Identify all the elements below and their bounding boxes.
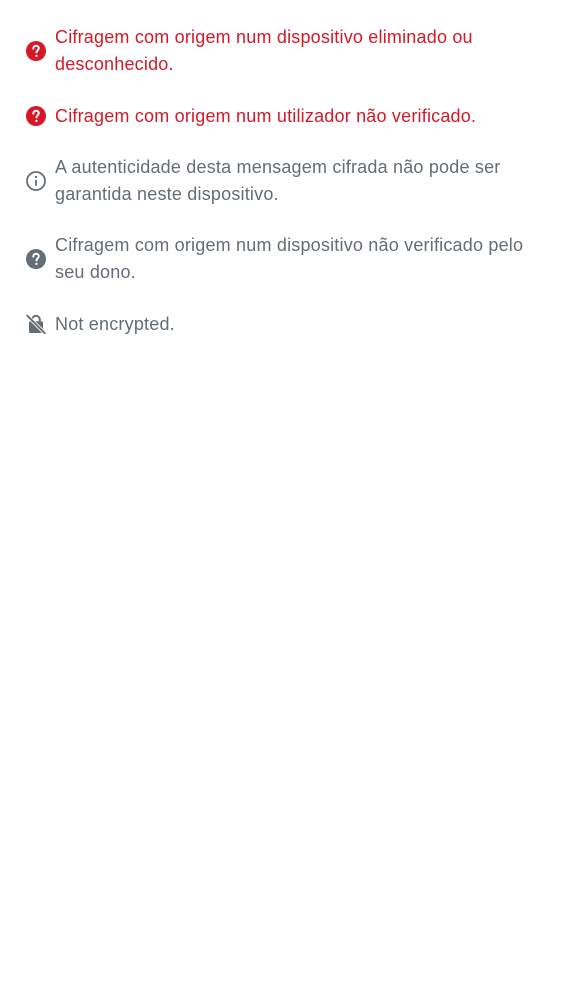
shield-authenticity-not-guaranteed: A autenticidade desta mensagem cifrada n… bbox=[24, 154, 534, 208]
help-solid-icon bbox=[24, 39, 48, 63]
help-solid-icon bbox=[24, 247, 48, 271]
shield-text: Not encrypted. bbox=[55, 313, 175, 334]
shield-text: A autenticidade desta mensagem cifrada n… bbox=[55, 157, 501, 204]
lock-off-icon bbox=[24, 312, 48, 336]
info-outline-icon bbox=[24, 169, 48, 193]
shield-text: Cifragem com origem num dispositivo elim… bbox=[55, 27, 473, 74]
shield-not-encrypted: Not encrypted. bbox=[24, 310, 534, 338]
shield-unverified-device: Cifragem com origem num dispositivo não … bbox=[24, 232, 534, 286]
shield-unverified-user: Cifragem com origem num utilizador não v… bbox=[24, 102, 534, 130]
shield-text: Cifragem com origem num utilizador não v… bbox=[55, 105, 477, 126]
e2e-shield-list: Cifragem com origem num dispositivo elim… bbox=[0, 0, 562, 1000]
shield-text: Cifragem com origem num dispositivo não … bbox=[55, 235, 524, 282]
help-solid-icon bbox=[24, 104, 48, 128]
shield-unknown-device: Cifragem com origem num dispositivo elim… bbox=[24, 24, 534, 78]
